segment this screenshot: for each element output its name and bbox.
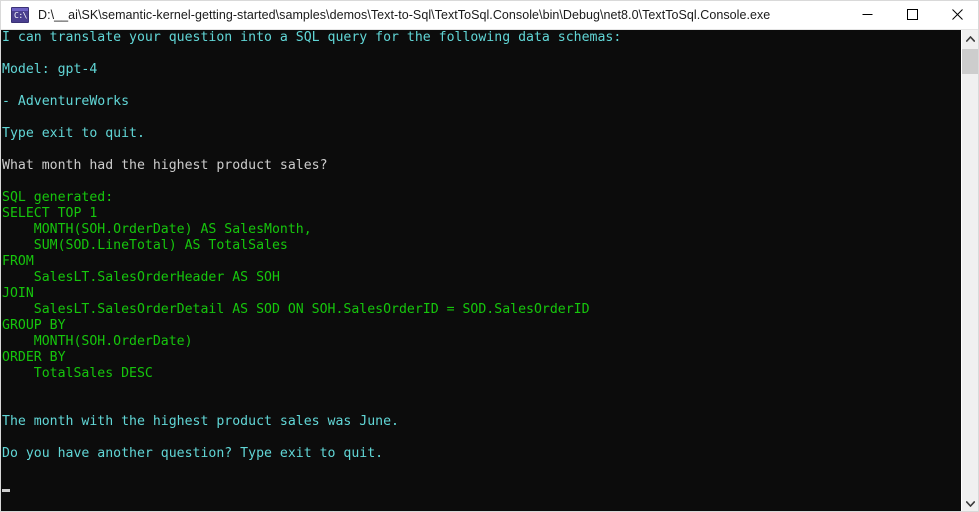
title-bar[interactable]: C:\ D:\__ai\SK\semantic-kernel-getting-s… <box>1 1 978 30</box>
text-cursor <box>2 489 10 492</box>
console-output-area[interactable]: I can translate your question into a SQL… <box>1 30 963 511</box>
console-line: SUM(SOD.LineTotal) AS TotalSales <box>2 238 288 253</box>
console-line: GROUP BY <box>2 318 66 333</box>
chevron-up-icon <box>965 35 975 42</box>
console-app-icon: C:\ <box>11 7 29 23</box>
scroll-up-button[interactable] <box>962 30 978 47</box>
console-line: What month had the highest product sales… <box>2 158 328 173</box>
console-line: ORDER BY <box>2 350 66 365</box>
console-line: TotalSales DESC <box>2 366 153 381</box>
close-icon <box>952 9 963 20</box>
chevron-down-icon <box>965 500 975 507</box>
scroll-down-button[interactable] <box>962 495 978 511</box>
close-button[interactable] <box>935 1 978 29</box>
console-line: Do you have another question? Type exit … <box>2 446 384 461</box>
icon-prompt-glyph: C:\ <box>14 11 27 20</box>
maximize-icon <box>907 9 918 20</box>
console-line: SELECT TOP 1 <box>2 206 98 221</box>
console-line: I can translate your question into a SQL… <box>2 30 622 45</box>
console-line: MONTH(SOH.OrderDate) AS SalesMonth, <box>2 222 312 237</box>
console-window: C:\ D:\__ai\SK\semantic-kernel-getting-s… <box>0 0 979 512</box>
scrollbar-thumb[interactable] <box>962 49 978 74</box>
window-controls <box>845 1 978 30</box>
vertical-scrollbar[interactable] <box>961 30 978 511</box>
console-line: SalesLT.SalesOrderDetail AS SOD ON SOH.S… <box>2 302 590 317</box>
console-line: JOIN <box>2 286 34 301</box>
console-line: SQL generated: <box>2 190 114 205</box>
console-line: SalesLT.SalesOrderHeader AS SOH <box>2 270 280 285</box>
scrollbar-track[interactable] <box>962 47 978 495</box>
minimize-button[interactable] <box>845 1 890 29</box>
console-line: The month with the highest product sales… <box>2 414 399 429</box>
minimize-icon <box>862 14 873 15</box>
console-line: Model: gpt-4 <box>2 62 98 77</box>
console-line: Type exit to quit. <box>2 126 145 141</box>
window-title: D:\__ai\SK\semantic-kernel-getting-start… <box>38 8 771 22</box>
console-text-buffer: I can translate your question into a SQL… <box>2 30 621 462</box>
console-line: MONTH(SOH.OrderDate) <box>2 334 193 349</box>
console-line: FROM <box>2 254 34 269</box>
maximize-button[interactable] <box>890 1 935 29</box>
console-line: - AdventureWorks <box>2 94 130 109</box>
